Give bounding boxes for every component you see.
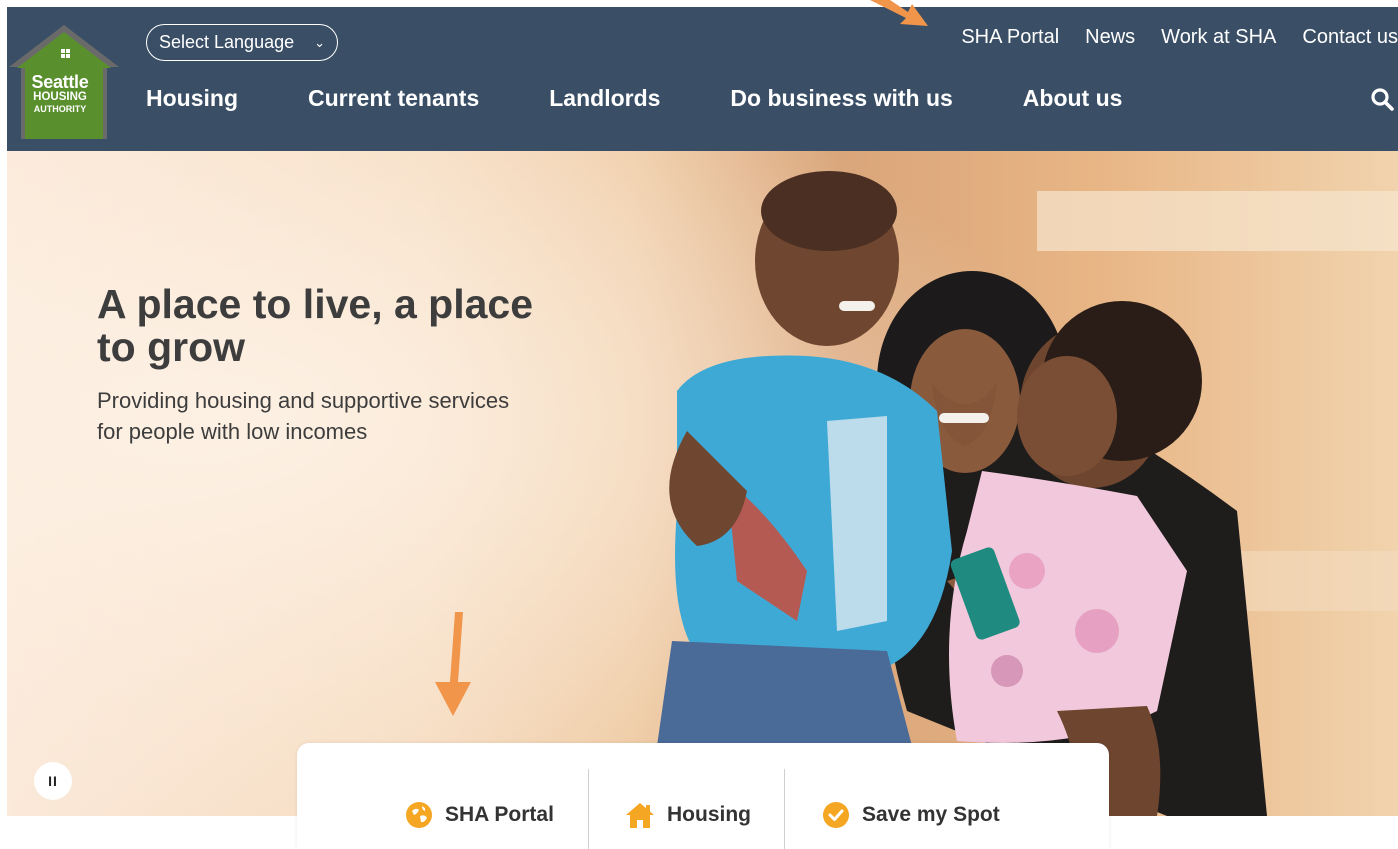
utility-link-news[interactable]: News — [1085, 26, 1135, 49]
quick-link-label: SHA Portal — [445, 803, 554, 826]
quick-link-sha-portal[interactable]: SHA Portal — [405, 797, 554, 833]
quick-link-divider — [784, 769, 785, 849]
nav-about-us[interactable]: About us — [1023, 85, 1123, 112]
logo-line-3: AUTHORITY — [33, 103, 87, 114]
house-icon — [626, 803, 654, 828]
site-header: Seattle HOUSING AUTHORITY Select Languag… — [7, 7, 1398, 151]
utility-link-sha-portal[interactable]: SHA Portal — [961, 26, 1059, 49]
logo-line-2: HOUSING — [33, 91, 87, 103]
utility-link-contact-us[interactable]: Contact us — [1302, 26, 1398, 49]
sha-logo[interactable]: Seattle HOUSING AUTHORITY — [7, 21, 121, 139]
hero-title: A place to live, a place to grow — [97, 281, 534, 371]
language-select-value: Select Language — [159, 32, 295, 52]
quick-link-divider — [588, 769, 589, 849]
hero-subtitle: Providing housing and supportive service… — [97, 388, 510, 444]
carousel-pause-button[interactable]: II — [34, 762, 72, 800]
chevron-down-icon: ⌄ — [314, 34, 325, 50]
logo-wordmark: Seattle HOUSING AUTHORITY — [17, 73, 103, 114]
utility-nav: SHA Portal News Work at SHA Contact us — [961, 26, 1398, 49]
quick-link-housing[interactable]: Housing — [625, 797, 751, 833]
quick-link-label: Save my Spot — [862, 803, 1000, 826]
hero-photo — [7, 151, 1398, 816]
check-circle-icon — [823, 802, 849, 828]
quick-link-save-my-spot[interactable]: Save my Spot — [822, 797, 1000, 833]
utility-link-work-at-sha[interactable]: Work at SHA — [1161, 26, 1276, 49]
globe-icon — [406, 802, 432, 828]
quick-link-label: Housing — [667, 803, 751, 826]
nav-housing[interactable]: Housing — [146, 85, 238, 112]
annotation-arrow-top — [870, 0, 928, 26]
main-nav: Housing Current tenants Landlords Do bus… — [146, 85, 1122, 112]
language-select[interactable]: Select Language ⌄ — [146, 24, 338, 61]
pause-icon: II — [48, 773, 58, 789]
search-icon[interactable] — [1370, 87, 1394, 111]
annotation-arrow-down — [435, 612, 471, 716]
nav-current-tenants[interactable]: Current tenants — [308, 85, 479, 112]
logo-line-1: Seattle — [31, 72, 89, 92]
nav-landlords[interactable]: Landlords — [549, 85, 660, 112]
hero-banner: A place to live, a place to grow Providi… — [7, 151, 1398, 816]
nav-do-business[interactable]: Do business with us — [730, 85, 952, 112]
quick-links-card: SHA Portal Housing Save my Spot — [297, 743, 1109, 849]
